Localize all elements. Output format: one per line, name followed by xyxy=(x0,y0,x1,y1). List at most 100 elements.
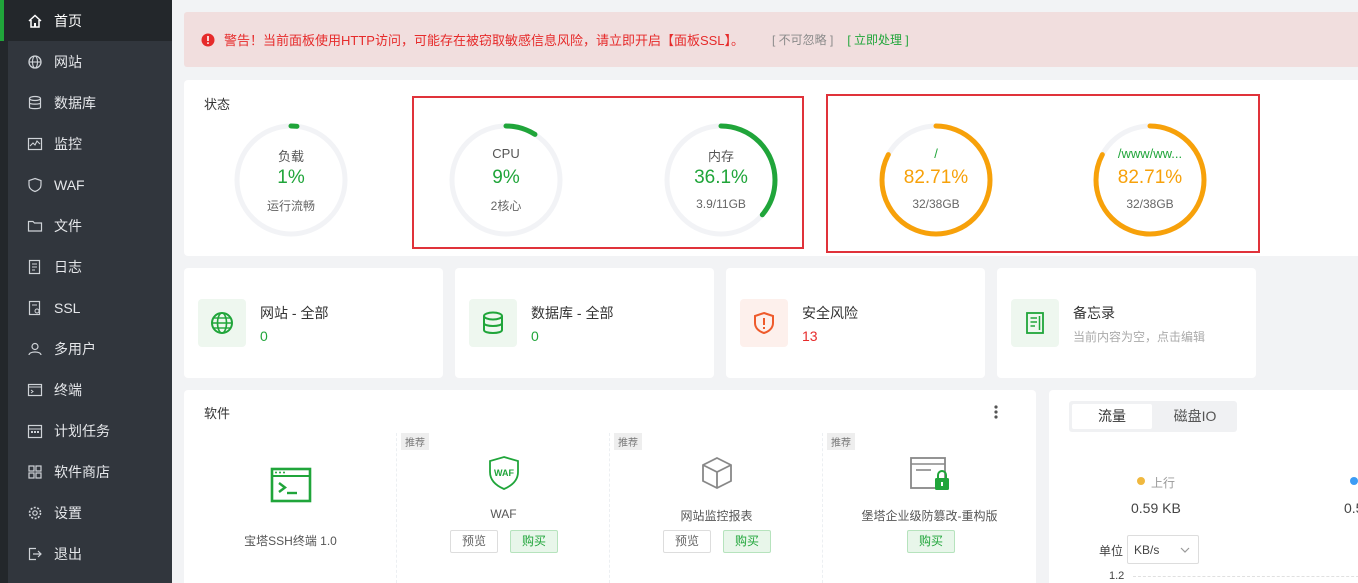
gauge-label: 负载 xyxy=(277,149,304,164)
sidebar-item-home[interactable]: 首页 xyxy=(0,0,172,41)
overview-name: 安全风险 xyxy=(802,305,858,321)
highlight-box-cpu-memory xyxy=(412,96,804,249)
unit-select-value: KB/s xyxy=(1134,543,1160,557)
sidebar-item-website[interactable]: 网站 xyxy=(8,41,172,82)
traffic-tabs: 流量 磁盘IO xyxy=(1069,401,1237,432)
tab-traffic[interactable]: 流量 xyxy=(1072,404,1152,429)
download-value: 0.5 xyxy=(1344,500,1358,516)
unit-select[interactable]: KB/s xyxy=(1127,535,1199,564)
upload-value: 0.59 KB xyxy=(1131,500,1181,516)
terminal-icon xyxy=(27,383,43,397)
sidebar-item-files[interactable]: 文件 xyxy=(8,205,172,246)
highlight-box-disks xyxy=(826,94,1260,253)
memo-placeholder[interactable]: 当前内容为空，点击编辑 xyxy=(1073,328,1205,345)
overview-value[interactable]: 13 xyxy=(802,328,818,344)
shield-alert-icon xyxy=(754,311,774,335)
alert-icon xyxy=(201,33,215,46)
cube-icon xyxy=(702,456,732,490)
waf-shield-icon: WAF xyxy=(489,456,519,490)
upload-label: 上行 xyxy=(1151,476,1176,490)
recommend-badge: 推荐 xyxy=(827,433,855,450)
sidebar-item-cron[interactable]: 计划任务 xyxy=(8,410,172,451)
buy-button[interactable]: 购买 xyxy=(723,530,771,553)
overview-card-website[interactable]: 网站 - 全部 0 xyxy=(184,268,443,378)
sidebar-item-database[interactable]: 数据库 xyxy=(8,82,172,123)
recommend-badge: 推荐 xyxy=(614,433,642,450)
globe-icon xyxy=(28,55,42,69)
sidebar-item-label: 首页 xyxy=(54,12,82,29)
grid-icon xyxy=(28,465,42,479)
database-icon xyxy=(483,311,503,334)
software-item-waf[interactable]: 推荐 WAF WAF 预览 购买 xyxy=(397,433,610,583)
warning-message: 警告！当前面板使用HTTP访问，可能存在被窃取敏感信息风险，请立即开启【面板SS… xyxy=(224,33,745,48)
sidebar-item-label: 文件 xyxy=(54,217,82,234)
sidebar-item-settings[interactable]: 设置 xyxy=(8,492,172,533)
software-title: 软件 xyxy=(204,406,231,421)
software-name: 网站监控报表 xyxy=(680,509,753,523)
website-icon-box xyxy=(198,299,246,347)
gear-icon xyxy=(28,506,42,520)
sidebar-item-label: 多用户 xyxy=(54,340,96,357)
gauge-value: 1% xyxy=(277,167,305,188)
software-item-site-monitor[interactable]: 推荐 网站监控报表 预览 购买 xyxy=(610,433,823,583)
unit-label: 单位 xyxy=(1099,544,1124,558)
security-icon-box xyxy=(740,299,788,347)
cannot-ignore-label: [ 不可忽略 ] xyxy=(772,33,834,47)
log-icon xyxy=(28,259,41,275)
sidebar-item-monitor[interactable]: 监控 xyxy=(8,123,172,164)
sidebar-item-label: 计划任务 xyxy=(54,422,110,439)
sidebar-item-logs[interactable]: 日志 xyxy=(8,246,172,287)
home-icon xyxy=(28,14,42,28)
overview-value[interactable]: 0 xyxy=(531,328,539,344)
calendar-icon xyxy=(27,424,43,439)
load-gauge[interactable]: 负载 1% 运行流畅 xyxy=(232,121,350,239)
fix-now-link[interactable]: [ 立即处理 ] xyxy=(847,31,908,48)
overview-card-database[interactable]: 数据库 - 全部 0 xyxy=(455,268,714,378)
sidebar-item-multiuser[interactable]: 多用户 xyxy=(8,328,172,369)
buy-button[interactable]: 购买 xyxy=(907,530,955,553)
memo-icon xyxy=(1026,312,1044,334)
software-item-tamper-proof[interactable]: 推荐 堡塔企业级防篡改-重构版 购买 xyxy=(823,433,1036,583)
sidebar-item-label: 退出 xyxy=(54,545,82,562)
software-name: 宝塔SSH终端 1.0 xyxy=(244,534,337,548)
sidebar-item-waf[interactable]: WAF xyxy=(8,164,172,205)
status-title: 状态 xyxy=(204,97,231,112)
database-icon-box xyxy=(469,299,517,347)
globe-icon xyxy=(211,312,233,334)
preview-button[interactable]: 预览 xyxy=(450,530,498,553)
overview-card-security[interactable]: 安全风险 13 xyxy=(726,268,985,378)
monitor-icon xyxy=(27,137,43,151)
sidebar-item-label: 软件商店 xyxy=(54,463,110,480)
sidebar-item-store[interactable]: 软件商店 xyxy=(8,451,172,492)
preview-button[interactable]: 预览 xyxy=(663,530,711,553)
ssl-icon xyxy=(28,300,41,316)
software-name: 堡塔企业级防篡改-重构版 xyxy=(861,509,998,523)
overview-name: 备忘录 xyxy=(1073,305,1115,321)
overview-value[interactable]: 0 xyxy=(260,328,268,344)
sidebar-item-label: 终端 xyxy=(54,381,82,398)
database-icon xyxy=(28,95,42,110)
terminal-icon xyxy=(270,467,312,503)
axis-tick-label: 1.2 xyxy=(1109,570,1125,582)
overview-card-memo[interactable]: 备忘录 当前内容为空，点击编辑 xyxy=(997,268,1256,378)
sidebar: 首页 网站 数据库 监控 WAF 文件 日志 SSL 多用户 终端 计划任务 软… xyxy=(0,0,172,583)
sidebar-item-label: WAF xyxy=(54,176,85,193)
sidebar-edge xyxy=(0,0,8,583)
svg-text:WAF: WAF xyxy=(494,468,514,478)
sidebar-item-ssl[interactable]: SSL xyxy=(8,287,172,328)
folder-icon xyxy=(27,220,43,232)
tab-disk-io[interactable]: 磁盘IO xyxy=(1155,404,1235,429)
overview-name: 数据库 - 全部 xyxy=(531,305,614,321)
sidebar-item-label: 设置 xyxy=(54,504,82,521)
logout-icon xyxy=(28,547,42,561)
more-vertical-icon[interactable] xyxy=(990,404,1002,420)
sidebar-item-logout[interactable]: 退出 xyxy=(8,533,172,574)
users-icon xyxy=(28,342,42,356)
sidebar-item-label: 监控 xyxy=(54,135,82,152)
buy-button[interactable]: 购买 xyxy=(510,530,558,553)
ssl-warning-banner: 警告！当前面板使用HTTP访问，可能存在被窃取敏感信息风险，请立即开启【面板SS… xyxy=(184,12,1358,67)
software-item-ssh[interactable]: 宝塔SSH终端 1.0 xyxy=(184,433,397,583)
sidebar-item-terminal[interactable]: 终端 xyxy=(8,369,172,410)
sidebar-item-label: 网站 xyxy=(54,53,82,70)
browser-lock-icon xyxy=(910,457,949,490)
